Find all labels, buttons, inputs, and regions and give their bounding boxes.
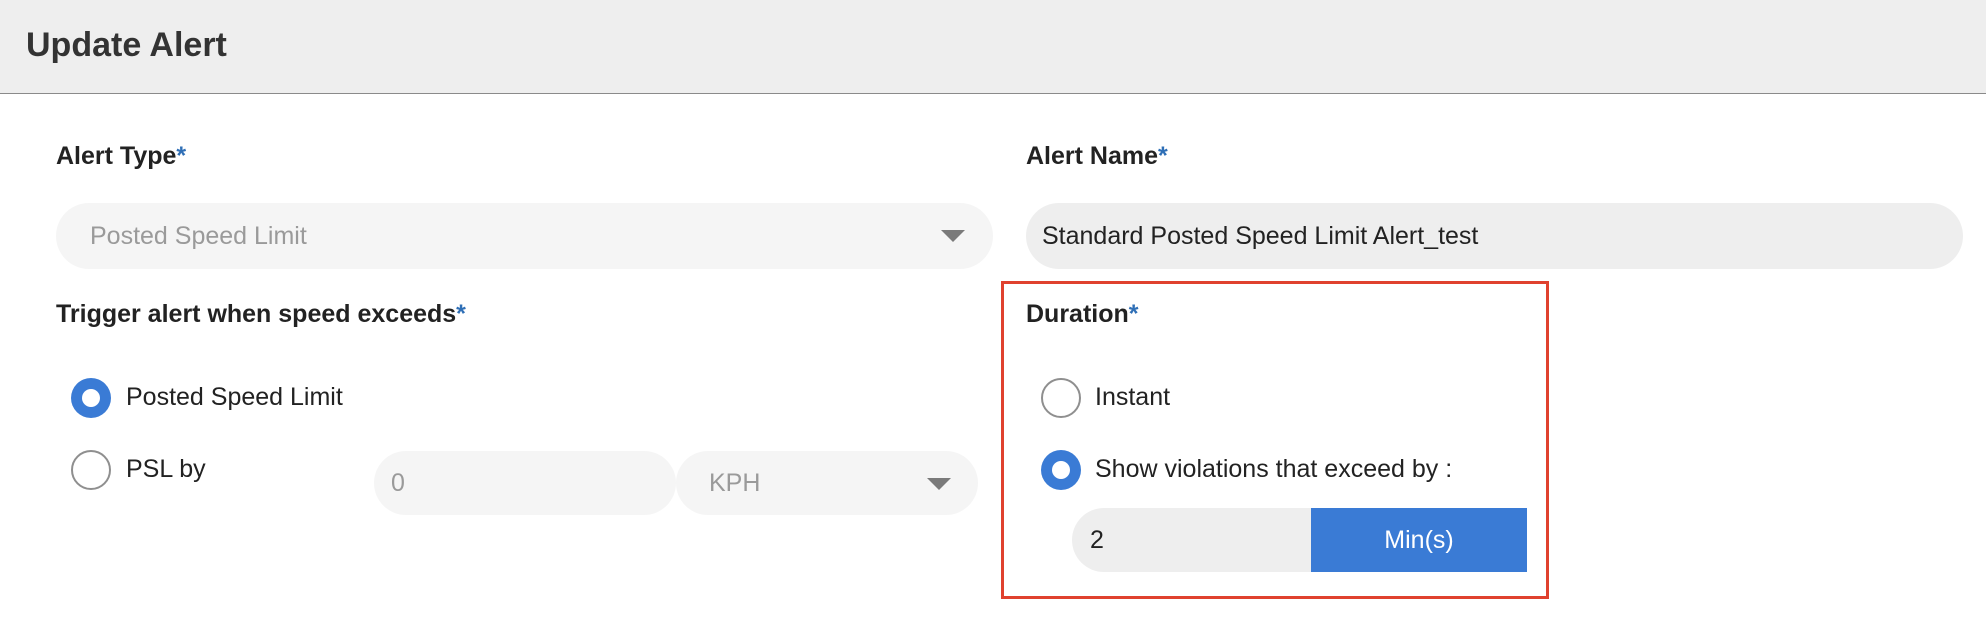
duration-unit-button[interactable]: Min(s) xyxy=(1311,508,1527,572)
alert-type-label: Alert Type* xyxy=(56,142,186,171)
show-violations-radio[interactable] xyxy=(1041,450,1081,490)
posted-speed-limit-radio[interactable] xyxy=(71,378,111,418)
alert-type-select[interactable]: Posted Speed Limit xyxy=(56,203,993,269)
alert-type-label-text: Alert Type xyxy=(56,142,177,170)
trigger-label: Trigger alert when speed exceeds* xyxy=(56,300,466,329)
alert-type-value: Posted Speed Limit xyxy=(90,221,307,250)
duration-label-text: Duration xyxy=(1026,300,1129,328)
psl-unit-value: KPH xyxy=(709,468,761,497)
psl-value-input[interactable]: 0 xyxy=(374,451,676,515)
chevron-down-icon[interactable] xyxy=(927,478,951,490)
instant-label: Instant xyxy=(1095,383,1171,411)
alert-name-label: Alert Name* xyxy=(1026,142,1168,171)
instant-radio[interactable] xyxy=(1041,378,1081,418)
duration-value: 2 xyxy=(1090,525,1104,554)
duration-value-input[interactable]: 2 xyxy=(1072,508,1311,572)
required-mark: * xyxy=(1158,142,1168,170)
duration-input-group: 2 Min(s) xyxy=(1072,508,1527,572)
alert-name-value: Standard Posted Speed Limit Alert_test xyxy=(1042,221,1479,250)
psl-unit-select[interactable]: KPH xyxy=(676,451,978,515)
trigger-label-text: Trigger alert when speed exceeds xyxy=(56,300,457,328)
duration-label: Duration* xyxy=(1026,300,1139,329)
psl-by-label: PSL by xyxy=(126,455,206,483)
chevron-down-icon[interactable] xyxy=(941,230,965,242)
alert-name-input[interactable]: Standard Posted Speed Limit Alert_test xyxy=(1026,203,1963,269)
required-mark: * xyxy=(456,300,466,328)
required-mark: * xyxy=(176,142,187,170)
psl-value: 0 xyxy=(391,468,405,497)
required-mark: * xyxy=(1128,300,1139,328)
page-title: Update Alert xyxy=(26,26,227,64)
alert-name-label-text: Alert Name xyxy=(1026,142,1158,170)
posted-speed-limit-label: Posted Speed Limit xyxy=(126,383,343,411)
page-header: Update Alert xyxy=(0,0,1986,94)
show-violations-label: Show violations that exceed by : xyxy=(1095,455,1453,483)
psl-by-radio[interactable] xyxy=(71,450,111,490)
